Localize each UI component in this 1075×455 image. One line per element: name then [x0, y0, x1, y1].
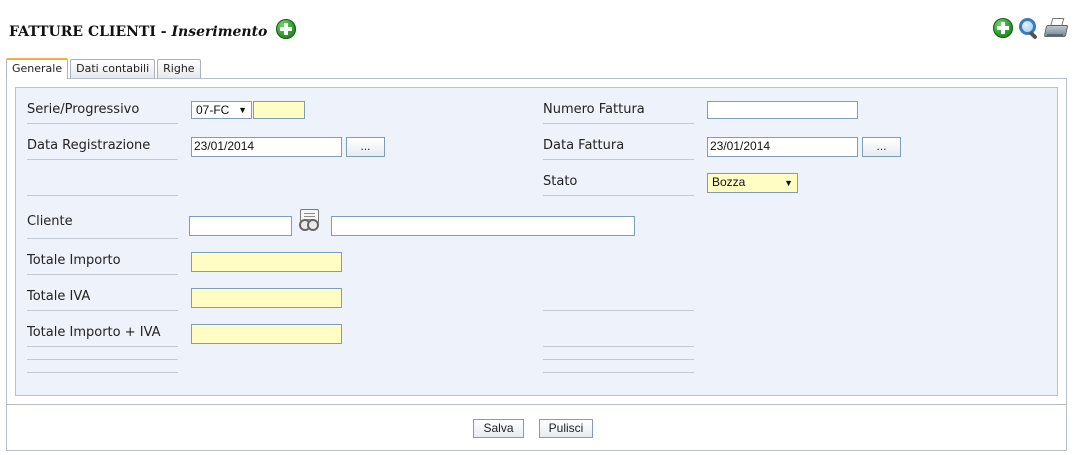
totale-importo-label: Totale Importo: [27, 253, 121, 268]
label-underline: [543, 159, 694, 160]
add-new-icon[interactable]: [993, 18, 1013, 38]
totale-importo-field[interactable]: [191, 252, 342, 272]
label-underline: [27, 123, 178, 124]
serie-progressivo-label: Serie/Progressivo: [27, 102, 140, 117]
label-underline: [543, 346, 694, 347]
label-underline: [27, 310, 178, 311]
data-registrazione-field[interactable]: 23/01/2014: [191, 137, 342, 157]
stato-select-value: Bozza: [712, 175, 746, 189]
totale-iva-field[interactable]: [191, 288, 342, 308]
numero-fattura-field[interactable]: [707, 101, 858, 119]
print-icon[interactable]: [1043, 17, 1069, 39]
label-underline: [27, 359, 178, 360]
label-underline: [27, 195, 178, 196]
numero-fattura-label: Numero Fattura: [543, 102, 645, 117]
tab-righe[interactable]: Righe: [157, 59, 201, 78]
label-underline: [27, 159, 178, 160]
toolbar-icons: [993, 17, 1069, 40]
stato-select[interactable]: Bozza ▼: [707, 173, 798, 193]
tab-dati-contabili[interactable]: Dati contabili: [70, 59, 156, 78]
label-underline: [27, 372, 178, 373]
search-icon[interactable]: [1017, 17, 1039, 40]
progressivo-field[interactable]: [253, 101, 305, 119]
serie-select[interactable]: 07-FC ▼: [191, 101, 252, 119]
label-underline: [543, 195, 694, 196]
form-area: [15, 87, 1058, 396]
date-picker-button[interactable]: ...: [346, 137, 385, 157]
totale-importo-iva-label: Totale Importo + IVA: [27, 325, 161, 340]
totale-importo-iva-field[interactable]: [191, 324, 342, 344]
label-underline: [543, 359, 694, 360]
date-picker-button[interactable]: ...: [862, 137, 901, 157]
label-underline: [543, 310, 694, 311]
label-underline: [27, 274, 178, 275]
title-separator: -: [155, 24, 172, 40]
footer-divider: [6, 404, 1067, 405]
page-mode: Inserimento: [171, 24, 268, 40]
label-underline: [27, 346, 178, 347]
data-registrazione-label: Data Registrazione: [27, 138, 151, 153]
label-underline: [27, 238, 178, 239]
tab-generale[interactable]: Generale: [6, 58, 69, 79]
label-underline: [543, 123, 694, 124]
stato-label: Stato: [543, 174, 578, 189]
totale-iva-label: Totale IVA: [27, 289, 91, 304]
chevron-down-icon: ▼: [784, 178, 793, 188]
data-fattura-field[interactable]: 23/01/2014: [707, 137, 858, 157]
chevron-down-icon: ▼: [238, 105, 247, 115]
label-underline: [543, 372, 694, 373]
cliente-label: Cliente: [27, 214, 73, 229]
cliente-name-field[interactable]: [331, 216, 635, 236]
serie-select-value: 07-FC: [196, 103, 230, 117]
clear-button[interactable]: Pulisci: [539, 419, 593, 438]
add-icon[interactable]: [276, 19, 297, 39]
page-title-text: FATTURE CLIENTI: [9, 24, 156, 40]
save-button[interactable]: Salva: [473, 419, 524, 438]
tab-bar: Generale Dati contabili Righe: [6, 58, 201, 79]
cliente-code-field[interactable]: [189, 216, 292, 236]
data-fattura-label: Data Fattura: [543, 138, 625, 153]
page-title: FATTURE CLIENTI - Inserimento: [9, 19, 297, 42]
lookup-icon[interactable]: [298, 208, 320, 231]
